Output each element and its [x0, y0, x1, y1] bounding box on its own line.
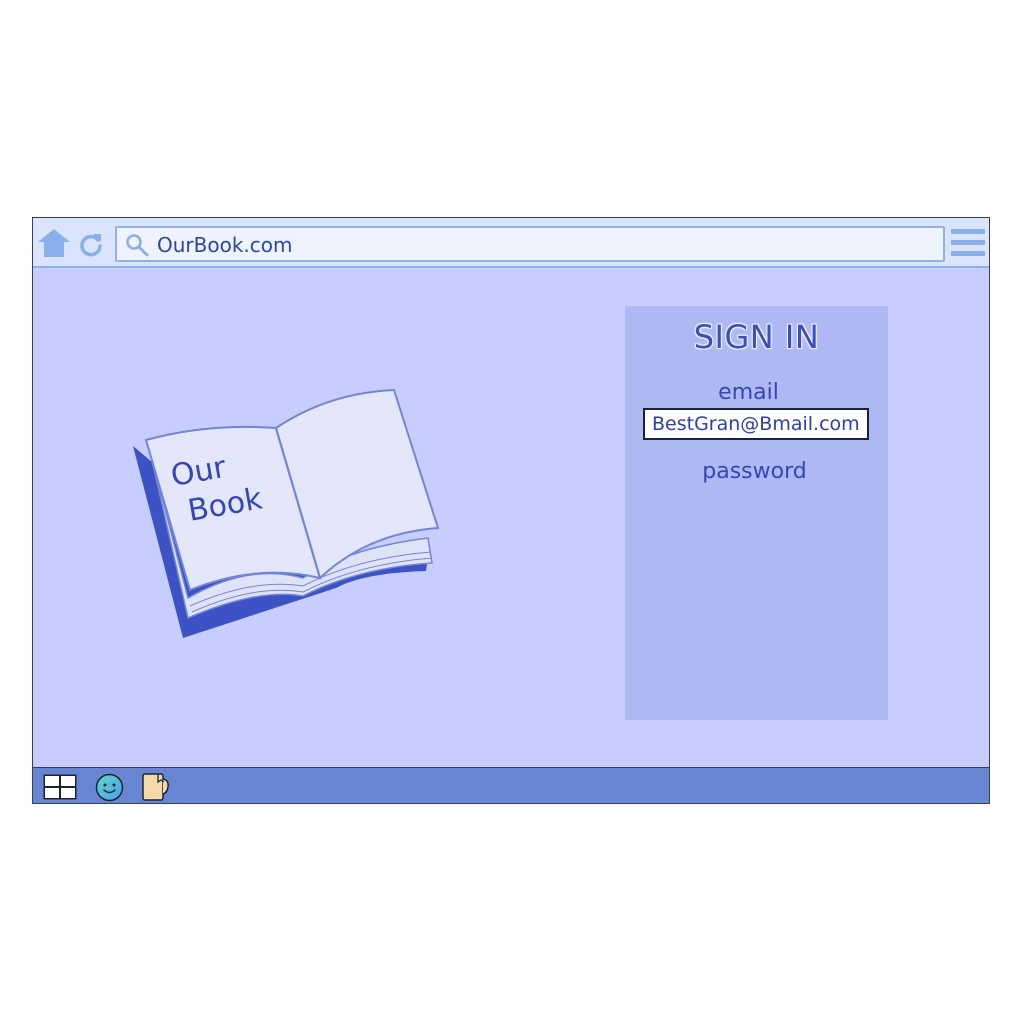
reload-icon[interactable]: [79, 231, 103, 257]
address-bar[interactable]: OurBook.com: [115, 226, 945, 262]
search-icon: [126, 234, 149, 257]
url-text[interactable]: OurBook.com: [157, 233, 293, 257]
smiley-icon[interactable]: [95, 773, 124, 802]
sign-in-panel: SIGN IN email BestGran@Bmail.com passwor…: [625, 306, 888, 720]
email-label: email: [718, 380, 779, 405]
sign-in-title: SIGN IN: [693, 318, 820, 356]
open-book-illustration: Our Book: [133, 388, 440, 638]
browser-window: OurBook.com Our Book SIGN IN email BestG…: [32, 217, 990, 804]
files-icon[interactable]: [141, 771, 173, 803]
taskbar: [33, 767, 989, 803]
browser-toolbar: OurBook.com: [33, 218, 989, 268]
email-field[interactable]: BestGran@Bmail.com: [643, 408, 869, 440]
password-label: password: [702, 459, 807, 484]
menu-icon[interactable]: [951, 228, 985, 258]
page-content: Our Book SIGN IN email BestGran@Bmail.co…: [33, 268, 989, 767]
home-icon[interactable]: [37, 228, 71, 258]
start-icon[interactable]: [43, 774, 77, 800]
